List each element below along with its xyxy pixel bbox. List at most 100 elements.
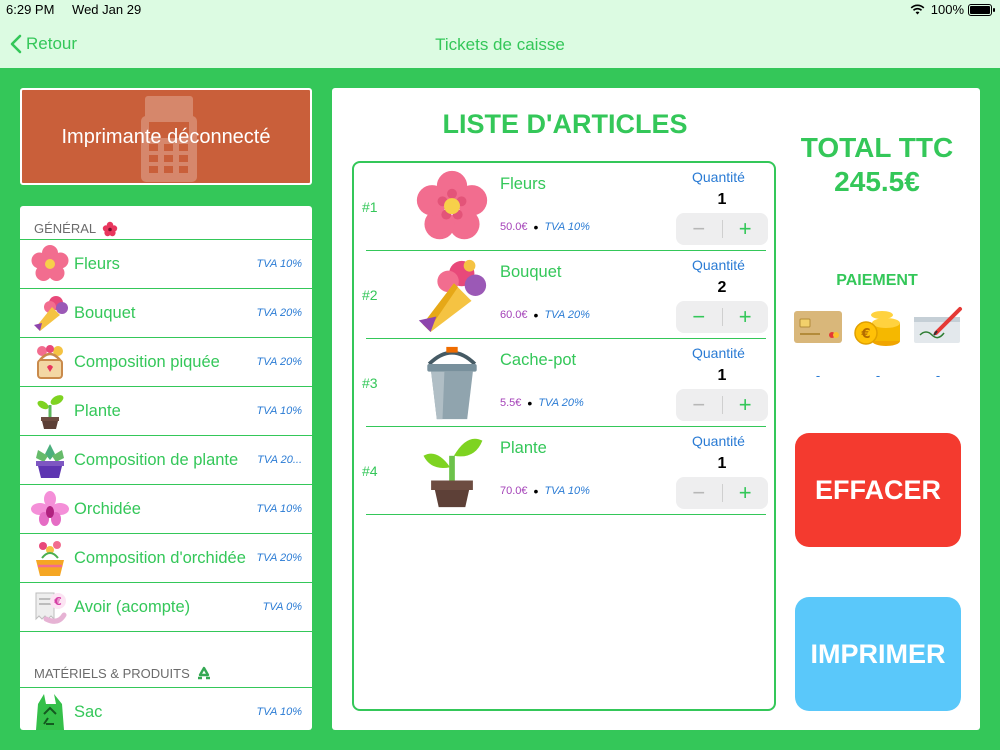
print-button[interactable]: IMPRIMER — [795, 597, 961, 711]
article-row: #4 Plante 70.0€ • TVA 10% Quantité 1 − + — [362, 427, 768, 515]
article-tva: TVA 20% — [538, 397, 584, 409]
flower-basket-icon — [28, 340, 72, 384]
catalog-item-tva: TVA 20% — [256, 307, 302, 319]
payment-values: - - - — [792, 368, 964, 383]
payment-card-value: - — [815, 368, 821, 383]
flower-icon — [28, 242, 72, 286]
catalog-item-sac[interactable]: Sac TVA 10% — [20, 688, 312, 730]
quantity-label: Quantité — [692, 345, 745, 361]
top-bar: 6:29 PM Wed Jan 29 100% Retour Tickets d… — [0, 0, 1000, 68]
sprout-icon — [28, 389, 72, 433]
catalog-item-name: Composition piquée — [74, 352, 220, 371]
bouquet-icon — [28, 291, 72, 335]
catalog-item-tva: TVA 10% — [256, 405, 302, 417]
ticket-panel: LISTE D'ARTICLES #1 Fleurs 50.0€ • TVA 1… — [332, 88, 980, 730]
product-catalog: GÉNÉRAL Fleurs TVA 10% Bouquet TVA 20% C… — [20, 206, 312, 730]
quantity-value: 2 — [717, 279, 727, 296]
status-time: 6:29 PM — [6, 2, 55, 17]
catalog-item-name: Composition d'orchidée — [74, 548, 246, 567]
catalog-item-plante[interactable]: Plante TVA 10% — [20, 387, 312, 436]
catalog-item-orchidee[interactable]: Orchidée TVA 10% — [20, 485, 312, 534]
quantity-label: Quantité — [692, 433, 745, 449]
separator-dot: • — [533, 307, 539, 323]
increment-button[interactable]: + — [722, 389, 768, 421]
catalog-item-name: Bouquet — [74, 303, 136, 322]
decrement-button[interactable]: − — [676, 389, 722, 421]
quantity-stepper: − + — [676, 477, 768, 509]
succulent-pot-icon — [28, 438, 72, 482]
battery-percent: 100% — [930, 2, 964, 17]
svg-text:€: € — [53, 595, 62, 608]
catalog-item-composition-de-plante[interactable]: Composition de plante TVA 20... — [20, 436, 312, 485]
orchid-icon — [28, 487, 72, 531]
payment-card-button[interactable] — [792, 302, 844, 352]
increment-button[interactable]: + — [722, 213, 768, 245]
separator-dot: • — [533, 483, 539, 499]
payment-cash-button[interactable]: € — [852, 302, 904, 352]
article-tva: TVA 10% — [544, 485, 590, 497]
catalog-item-tva: TVA 10% — [256, 706, 302, 718]
payment-cheque-button[interactable] — [912, 302, 964, 352]
article-row: #1 Fleurs 50.0€ • TVA 10% Quantité 1 − + — [362, 163, 768, 251]
flower-icon — [412, 167, 492, 247]
decrement-button[interactable]: − — [676, 213, 722, 245]
status-date: Wed Jan 29 — [72, 2, 142, 17]
quantity-value: 1 — [717, 455, 727, 472]
quantity-label: Quantité — [692, 169, 745, 185]
article-row: #2 Bouquet 60.0€ • TVA 20% Quantité 2 − — [362, 251, 768, 339]
catalog-item-name: Sac — [74, 702, 103, 721]
payment-methods: € — [792, 302, 964, 352]
article-name: Plante — [500, 439, 547, 457]
catalog-item-tva: TVA 0% — [262, 601, 302, 613]
catalog-item-tva: TVA 20% — [256, 552, 302, 564]
article-meta: 60.0€ • TVA 20% — [500, 307, 590, 323]
article-meta: 5.5€ • TVA 20% — [500, 395, 584, 411]
catalog-item-composition-dorchidee[interactable]: Composition d'orchidée TVA 20% — [20, 534, 312, 583]
section-header-materiels: MATÉRIELS & PRODUITS — [20, 640, 312, 688]
bouquet-icon — [412, 255, 492, 335]
clear-button[interactable]: EFFACER — [795, 433, 961, 547]
increment-button[interactable]: + — [722, 301, 768, 333]
status-bar: 6:29 PM Wed Jan 29 100% — [6, 2, 995, 18]
catalog-item-tva: TVA 20... — [257, 454, 302, 466]
catalog-item-name: Avoir (acompte) — [74, 597, 191, 616]
printer-status-card[interactable]: Imprimante déconnecté — [20, 88, 312, 185]
article-price: 5.5€ — [500, 397, 522, 409]
catalog-item-avoir[interactable]: € Avoir (acompte) TVA 0% — [20, 583, 312, 632]
article-index: #3 — [362, 375, 378, 391]
quantity-value: 1 — [717, 191, 727, 208]
increment-button[interactable]: + — [722, 477, 768, 509]
article-tva: TVA 20% — [544, 309, 590, 321]
catalog-item-name: Composition de plante — [74, 450, 239, 469]
catalog-item-tva: TVA 10% — [256, 503, 302, 515]
payment-label: PAIEMENT — [836, 272, 918, 289]
wifi-icon — [910, 4, 925, 15]
catalog-item-tva: TVA 20% — [256, 356, 302, 368]
section-header-general: GÉNÉRAL — [20, 206, 312, 240]
bucket-icon — [412, 343, 492, 423]
catalog-item-composition-piquee[interactable]: Composition piquée TVA 20% — [20, 338, 312, 387]
page-title: Tickets de caisse — [435, 35, 565, 54]
article-name: Cache-pot — [500, 351, 577, 369]
printer-status-text: Imprimante déconnecté — [61, 126, 271, 148]
payment-cash-value: - — [875, 368, 881, 383]
separator-dot: • — [533, 219, 539, 235]
catalog-item-name: Fleurs — [74, 254, 120, 273]
quantity-label: Quantité — [692, 257, 745, 273]
quantity-stepper: − + — [676, 301, 768, 333]
article-index: #2 — [362, 287, 378, 303]
catalog-item-fleurs[interactable]: Fleurs TVA 10% — [20, 240, 312, 289]
orchid-pot-icon — [28, 536, 72, 580]
article-row: #3 Cache-pot 5.5€ • TVA 20% Quantité 1 − — [362, 339, 768, 427]
coins-icon: € — [854, 311, 900, 346]
article-tva: TVA 10% — [544, 221, 590, 233]
section-title: GÉNÉRAL — [34, 221, 97, 236]
svg-text:€: € — [860, 327, 870, 342]
decrement-button[interactable]: − — [676, 301, 722, 333]
separator-dot: • — [527, 395, 533, 411]
decrement-button[interactable]: − — [676, 477, 722, 509]
catalog-item-bouquet[interactable]: Bouquet TVA 20% — [20, 289, 312, 338]
section-title: MATÉRIELS & PRODUITS — [34, 666, 190, 681]
article-name: Fleurs — [500, 175, 546, 193]
catalog-item-name: Plante — [74, 401, 121, 420]
